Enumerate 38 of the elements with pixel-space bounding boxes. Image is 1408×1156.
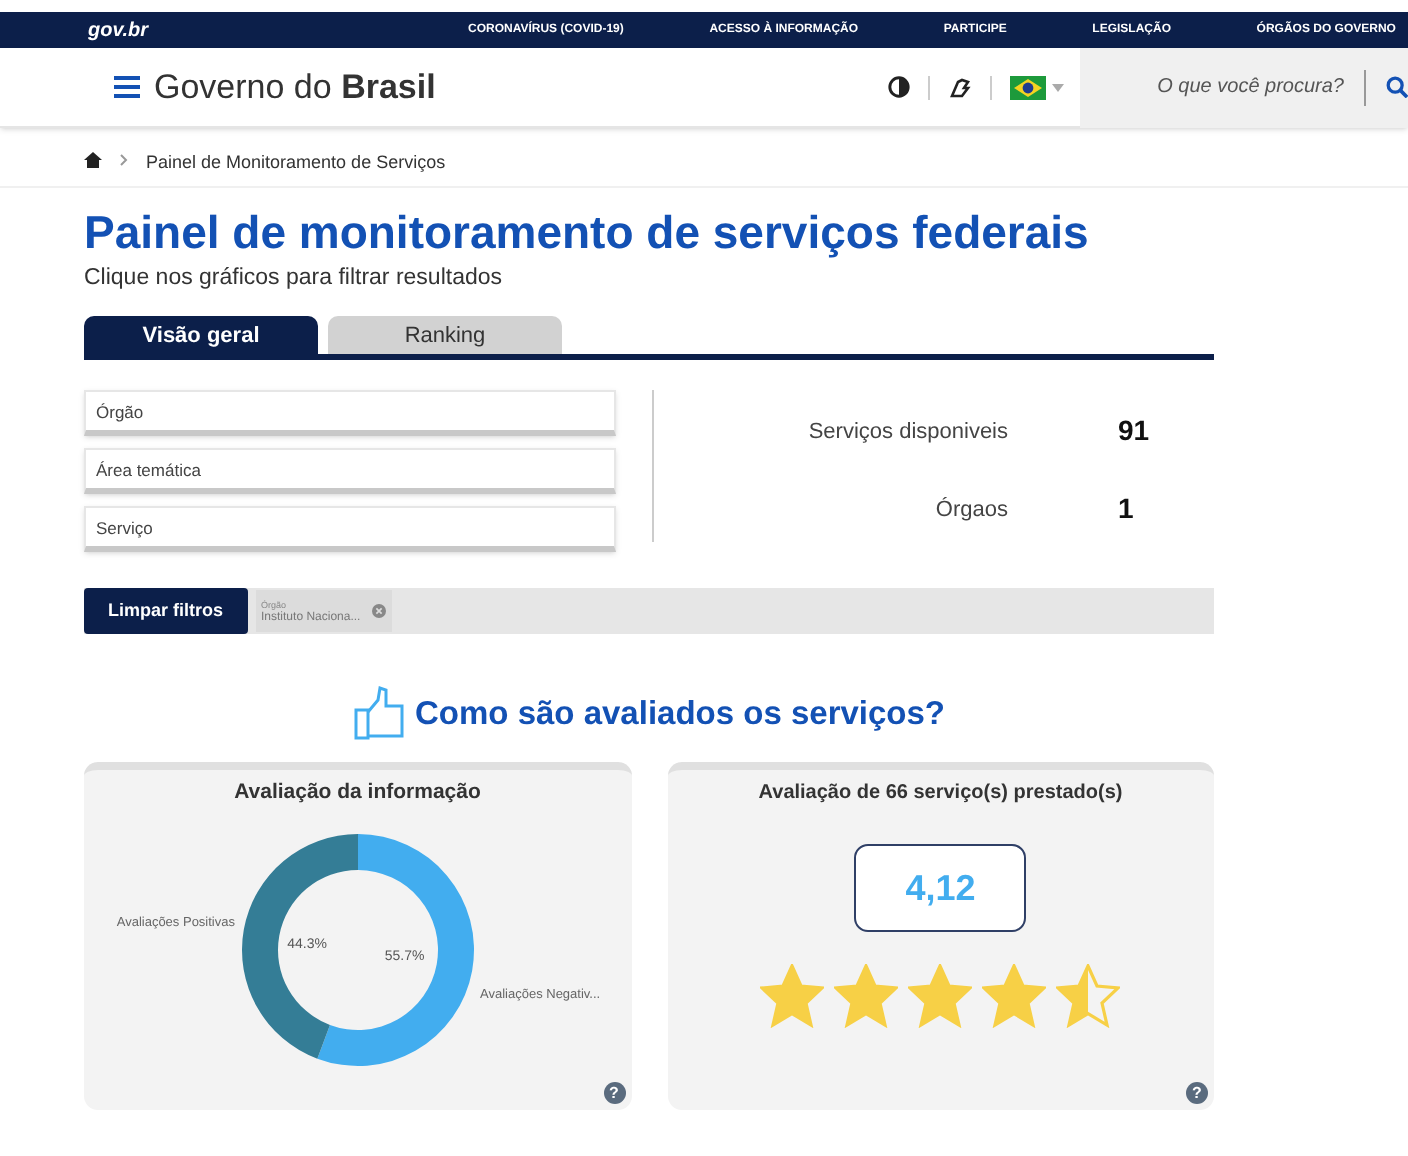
flag-icon[interactable] bbox=[1010, 75, 1046, 99]
score-value: 4,12 bbox=[854, 844, 1027, 933]
clear-filters-button[interactable]: Limpar filtros bbox=[84, 588, 248, 635]
govbr-logo[interactable]: gov.br bbox=[88, 15, 468, 45]
search-bar[interactable]: O que você procura? bbox=[1080, 47, 1408, 127]
star-icon bbox=[834, 964, 899, 1029]
tab[interactable]: Visão geral bbox=[84, 316, 318, 355]
stat-label: Serviços disponiveis bbox=[806, 417, 1008, 447]
stat-value: 1 bbox=[1118, 490, 1134, 529]
page-title: Painel de monitoramento de serviços federais bbox=[84, 204, 1091, 260]
stat-label: Órgaos bbox=[933, 495, 1008, 525]
search-field[interactable]: O que você procura? bbox=[1104, 72, 1344, 102]
star-icon bbox=[760, 964, 825, 1029]
dropdown-field[interactable]: Serviço bbox=[84, 506, 616, 553]
sign-language-icon[interactable] bbox=[948, 75, 972, 99]
donut-slice[interactable] bbox=[242, 834, 358, 1060]
search-icon[interactable] bbox=[1386, 76, 1408, 98]
home-icon[interactable] bbox=[84, 151, 102, 167]
page-subtitle: Clique nos gráficos para filtrar resultados bbox=[84, 264, 505, 294]
star-icon bbox=[1056, 964, 1121, 1029]
contrast-icon[interactable] bbox=[888, 76, 910, 98]
breadcrumb-link[interactable]: Painel de Monitoramento de Serviços bbox=[146, 151, 446, 171]
remove-icon[interactable] bbox=[372, 604, 387, 619]
thumbs-up-icon bbox=[352, 686, 409, 743]
stat-value: 91 bbox=[1118, 412, 1150, 451]
site-name[interactable]: Governo do Brasil bbox=[154, 61, 436, 113]
card-title: Avaliação de 66 serviço(s) prestado(s) bbox=[758, 780, 1123, 809]
dropdown-field[interactable]: Órgão bbox=[84, 390, 616, 437]
section-heading: Como são avaliados os serviços? bbox=[414, 693, 946, 736]
star-icon bbox=[982, 964, 1047, 1029]
tab[interactable]: Ranking bbox=[328, 316, 562, 355]
card-title: Avaliação da informação bbox=[232, 778, 483, 809]
menu-icon[interactable] bbox=[114, 76, 140, 98]
dropdown-field[interactable]: Área temática bbox=[84, 448, 616, 495]
help-icon[interactable]: ? bbox=[1186, 1082, 1208, 1105]
chevron-icon bbox=[120, 153, 128, 165]
help-icon[interactable]: ? bbox=[603, 1082, 625, 1105]
star-icon bbox=[908, 964, 973, 1029]
